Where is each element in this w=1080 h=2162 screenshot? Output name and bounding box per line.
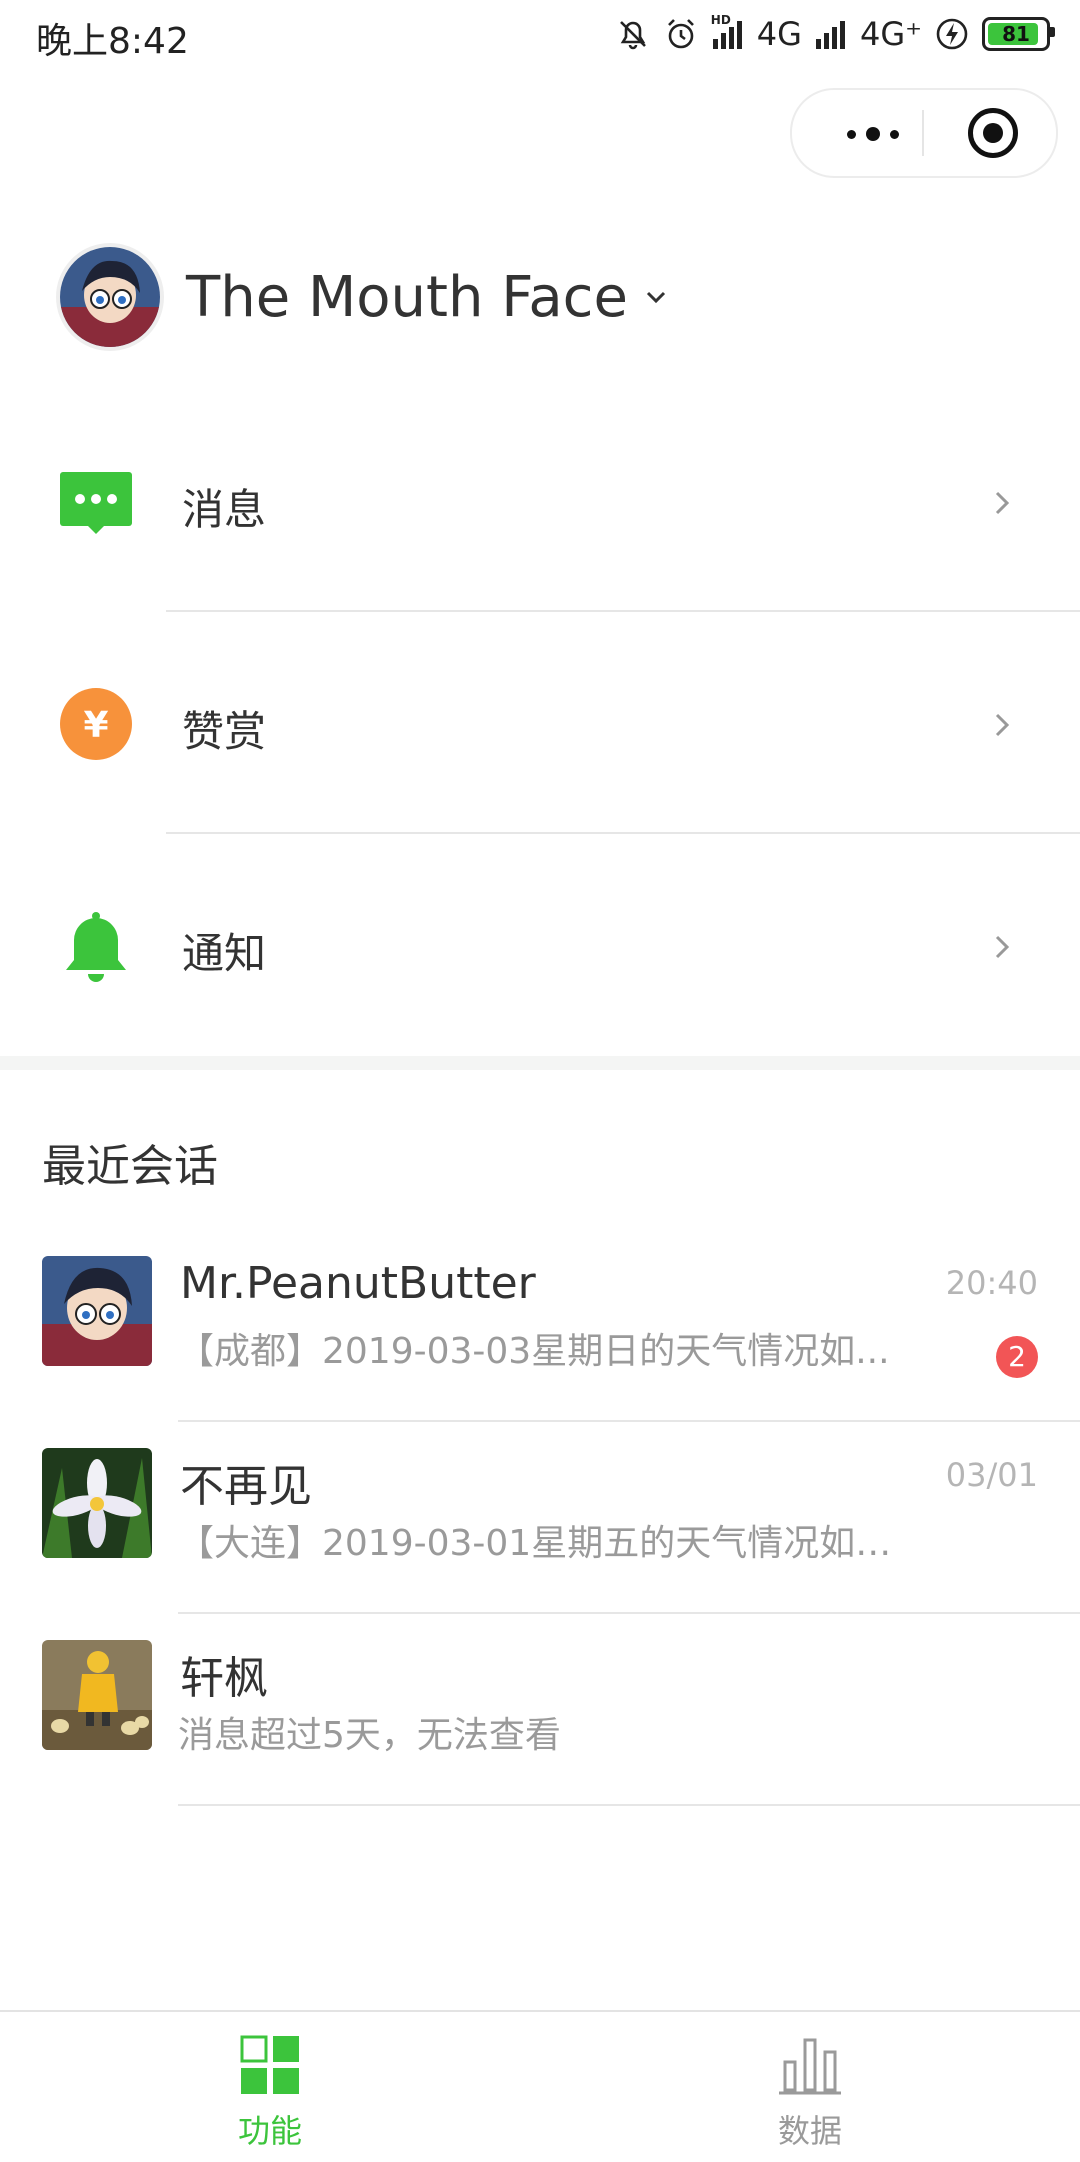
grid-icon (240, 2035, 299, 2094)
section-separator (0, 1056, 1080, 1070)
status-time: 晚上8:42 (36, 21, 189, 62)
bar-chart-icon (779, 2038, 841, 2095)
message-icon (60, 472, 132, 534)
conversation-name: 轩枫 (180, 1653, 268, 1704)
chevron-right-icon (995, 491, 1010, 515)
chevron-right-icon (995, 713, 1010, 737)
menu-item-messages[interactable]: 消息 (0, 392, 1080, 612)
conversation-row[interactable]: Mr.PeanutButter 【成都】2019-03-03星期日的天气情况如.… (0, 1230, 1080, 1422)
bell-icon (66, 912, 126, 982)
account-switcher[interactable]: The Mouth Face (56, 242, 670, 352)
conversation-name: Mr.PeanutButter (180, 1258, 536, 1309)
recent-title: 最近会话 (42, 1141, 218, 1192)
tab-functions[interactable]: 功能 (0, 2012, 540, 2162)
svg-text:¥: ¥ (83, 705, 108, 746)
conversation-row[interactable]: 轩枫 消息超过5天，无法查看 (0, 1614, 1080, 1806)
unread-badge: 2 (996, 1336, 1038, 1378)
menu-label: 通知 (182, 929, 267, 978)
tab-data[interactable]: 数据 (540, 2012, 1080, 2162)
tab-label: 功能 (237, 2112, 302, 2150)
capsule-menu (790, 88, 1058, 178)
status-icons: HD 4G 4G⁺ 81 (615, 12, 1055, 56)
battery-icon: 81 (982, 17, 1055, 51)
network-label-1: 4G (756, 15, 802, 53)
mute-icon (619, 21, 646, 50)
close-button[interactable] (968, 108, 1018, 158)
avatar (56, 243, 164, 351)
conversation-avatar (42, 1256, 152, 1366)
charging-icon (936, 18, 968, 50)
alarm-icon (667, 19, 694, 49)
chevron-down-icon (646, 291, 665, 304)
conversation-name: 不再见 (180, 1461, 312, 1512)
divider (166, 610, 1080, 612)
divider (178, 1804, 1080, 1806)
conversation-preview: 【大连】2019-03-01星期五的天气情况如下： (178, 1523, 918, 1564)
menu-label: 消息 (182, 485, 267, 534)
status-bar: 晚上8:42 HD 4G 4G⁺ 81 (0, 0, 1080, 70)
menu-label: 赞赏 (182, 707, 267, 756)
menu-item-notifications[interactable]: 通知 (0, 836, 1080, 1056)
conversation-time: 03/01 (945, 1456, 1038, 1494)
account-name: The Mouth Face (186, 264, 628, 330)
yuan-coin-icon: ¥ (60, 688, 132, 760)
tab-label: 数据 (777, 2112, 842, 2150)
conversation-preview: 【成都】2019-03-03星期日的天气情况如... (178, 1331, 890, 1372)
chevron-right-icon (995, 935, 1010, 959)
conversation-preview: 消息超过5天，无法查看 (178, 1715, 561, 1756)
conversation-avatar (42, 1640, 152, 1750)
conversation-row[interactable]: 不再见 【大连】2019-03-01星期五的天气情况如下： 03/01 (0, 1422, 1080, 1614)
conversation-avatar (42, 1448, 152, 1558)
capsule-divider (922, 110, 924, 156)
signal-icon (815, 21, 845, 49)
divider (166, 832, 1080, 834)
network-label-2: 4G⁺ (859, 15, 922, 53)
tab-bar: 功能 数据 (0, 2010, 1080, 2162)
more-button[interactable] (828, 114, 918, 154)
conversation-time: 20:40 (945, 1264, 1038, 1302)
menu-item-reward[interactable]: ¥ 赞赏 (0, 614, 1080, 834)
signal-hd-icon: HD (711, 13, 745, 49)
